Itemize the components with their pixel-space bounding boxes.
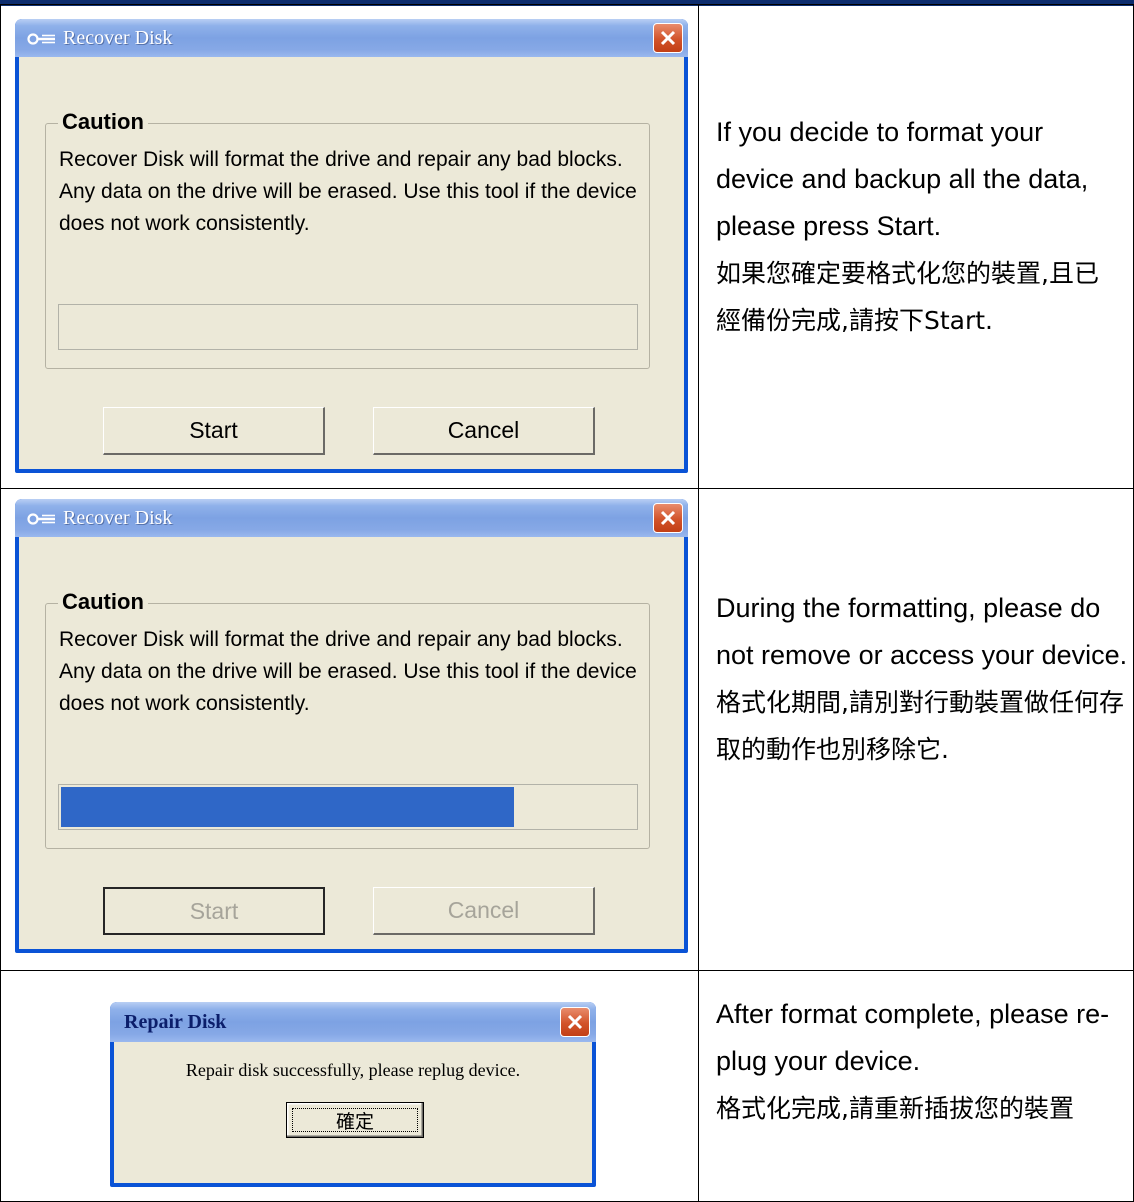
title-bar: Repair Disk (110, 1002, 596, 1042)
instruction-row-1: Recover Disk Caution Recover Disk will f… (0, 4, 1134, 489)
cancel-button[interactable]: Cancel (373, 407, 595, 455)
column-divider (698, 969, 699, 1201)
instruction-chinese: 格式化期間,請別對行動裝置做任何存取的動作也別移除它. (716, 688, 1124, 764)
success-message: Repair disk successfully, please replug … (185, 1060, 521, 1080)
repair-disk-dialog: Repair Disk Repair disk successfully, pl… (110, 1002, 596, 1187)
dialog-body: Caution Recover Disk will format the dri… (19, 537, 684, 949)
title-bar: Recover Disk (15, 499, 688, 537)
start-button[interactable]: Start (103, 407, 325, 455)
caution-message: Recover Disk will format the drive and r… (59, 148, 637, 235)
start-button[interactable]: Start (103, 887, 325, 935)
close-button[interactable] (653, 503, 683, 533)
instruction-chinese: 格式化完成,請重新插拔您的裝置 (716, 1094, 1074, 1123)
column-divider (698, 487, 699, 970)
column-divider (698, 5, 699, 488)
instruction-english: If you decide to format your device and … (716, 117, 1089, 241)
focus-ring (292, 1108, 418, 1132)
cancel-button[interactable]: Cancel (373, 887, 595, 935)
ok-button[interactable]: 確定 (286, 1102, 424, 1138)
progress-fill (61, 787, 514, 827)
instruction-row-2: Recover Disk Caution Recover Disk will f… (0, 487, 1134, 971)
close-icon (660, 30, 676, 46)
instruction-chinese: 如果您確定要格式化您的裝置,且已經備份完成,請按下Start. (716, 259, 1099, 335)
dialog-body: Caution Recover Disk will format the dri… (19, 57, 684, 469)
progress-bar (58, 784, 638, 830)
close-button[interactable] (653, 23, 683, 53)
instruction-english: During the formatting, please do not rem… (716, 593, 1128, 670)
caution-message: Recover Disk will format the drive and r… (59, 628, 637, 715)
close-button[interactable] (560, 1007, 590, 1037)
title-bar: Recover Disk (15, 19, 688, 57)
dialog-title: Repair Disk (124, 1011, 227, 1033)
instruction-english: After format complete, please re-plug yo… (716, 999, 1110, 1076)
caution-group: Caution Recover Disk will format the dri… (45, 589, 650, 849)
progress-bar (58, 304, 638, 350)
instruction-text: During the formatting, please do not rem… (716, 585, 1131, 773)
dialog-title: Recover Disk (63, 507, 173, 529)
close-icon (660, 510, 676, 526)
key-icon (27, 33, 55, 45)
close-icon (567, 1014, 583, 1030)
recover-disk-dialog: Recover Disk Caution Recover Disk will f… (15, 499, 688, 953)
dialog-title: Recover Disk (63, 27, 173, 49)
recover-disk-dialog: Recover Disk Caution Recover Disk will f… (15, 19, 688, 473)
caution-group: Caution Recover Disk will format the dri… (45, 109, 650, 369)
caution-title: Caution (58, 109, 148, 135)
instruction-text: After format complete, please re-plug yo… (716, 991, 1121, 1132)
dialog-body: Repair disk successfully, please replug … (114, 1042, 592, 1183)
caution-title: Caution (58, 589, 148, 615)
instruction-text: If you decide to format your device and … (716, 109, 1121, 344)
key-icon (27, 513, 55, 525)
instruction-row-3: Repair Disk Repair disk successfully, pl… (0, 969, 1134, 1202)
